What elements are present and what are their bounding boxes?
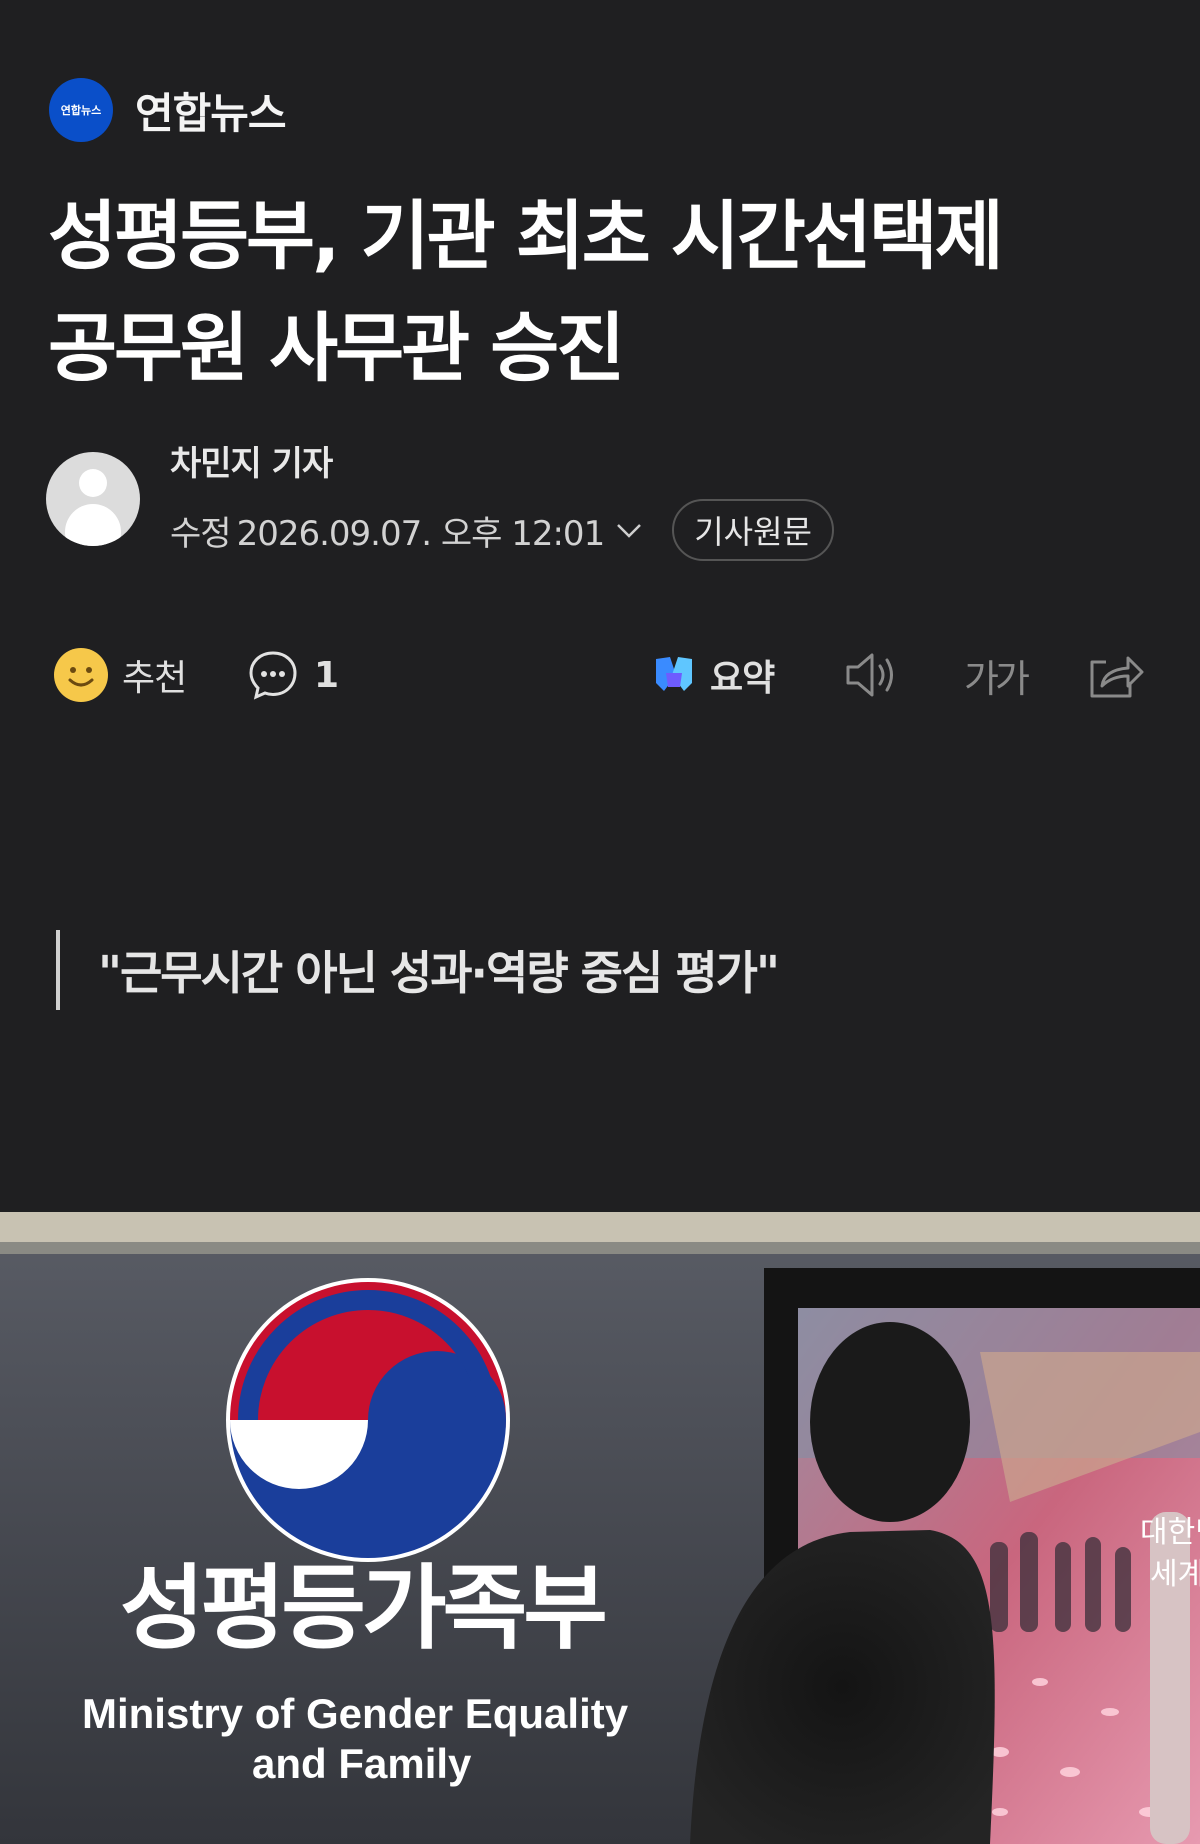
comment-count: 1 <box>314 654 339 696</box>
comment-icon <box>249 651 297 700</box>
text-to-speech-button[interactable] <box>842 640 902 710</box>
recommend-button[interactable]: 추천 <box>54 640 187 710</box>
chevron-down-icon[interactable] <box>616 520 642 540</box>
reporter-name[interactable]: 차민지 기자 <box>170 436 834 485</box>
ministry-photo-illustration: 대한민국 세계 성평등가족부 Ministry of Gender Equali… <box>0 1212 1200 1844</box>
screen-text-2: 세계 <box>1150 1557 1200 1592</box>
smile-icon <box>54 648 108 702</box>
press-header[interactable]: 연합뉴스 연합뉴스 <box>49 78 287 142</box>
article-datetime: 2026.09.07. 오후 12:01 <box>236 513 606 554</box>
headline-line-2: 공무원 사무관 승진 <box>48 304 625 392</box>
headline-line-1: 성평등부, 기관 최초 시간선택제 <box>48 192 1004 280</box>
sign-english-line1: Ministry of Gender Equality <box>82 1690 629 1737</box>
share-button[interactable] <box>1084 640 1144 710</box>
press-name[interactable]: 연합뉴스 <box>135 80 287 141</box>
recommend-label: 추천 <box>122 658 187 699</box>
font-size-label: 가가 <box>964 656 1030 701</box>
reporter-avatar[interactable] <box>46 451 140 546</box>
article-headline: 성평등부, 기관 최초 시간선택제 공무원 사무관 승진 <box>48 180 1158 404</box>
font-size-button[interactable]: 가가 <box>964 640 1030 710</box>
edited-label: 수정 <box>170 513 232 554</box>
press-logo[interactable]: 연합뉴스 <box>49 78 113 142</box>
subheading-quote: "근무시간 아닌 성과·역량 중심 평가" <box>56 930 780 1010</box>
quote-text: "근무시간 아닌 성과·역량 중심 평가" <box>98 946 780 1000</box>
screen-text-1: 대한민국 <box>1140 1515 1200 1550</box>
sign-english-line2: and Family <box>252 1740 472 1787</box>
article-toolbar: 추천 1 요약 가가 <box>54 640 1154 710</box>
byline: 차민지 기자 수정 2026.09.07. 오후 12:01 기사원문 <box>46 436 834 561</box>
speaker-icon <box>846 653 893 697</box>
comment-button[interactable]: 1 <box>246 640 339 710</box>
original-article-button[interactable]: 기사원문 <box>672 499 834 561</box>
sign-korean: 성평등가족부 <box>120 1555 605 1662</box>
summary-label: 요약 <box>710 658 775 699</box>
ai-summary-icon <box>656 657 692 691</box>
article-photo[interactable]: 대한민국 세계 성평등가족부 Ministry of Gender Equali… <box>0 1212 1200 1844</box>
share-icon <box>1090 656 1144 698</box>
summary-button[interactable]: 요약 <box>652 640 775 710</box>
